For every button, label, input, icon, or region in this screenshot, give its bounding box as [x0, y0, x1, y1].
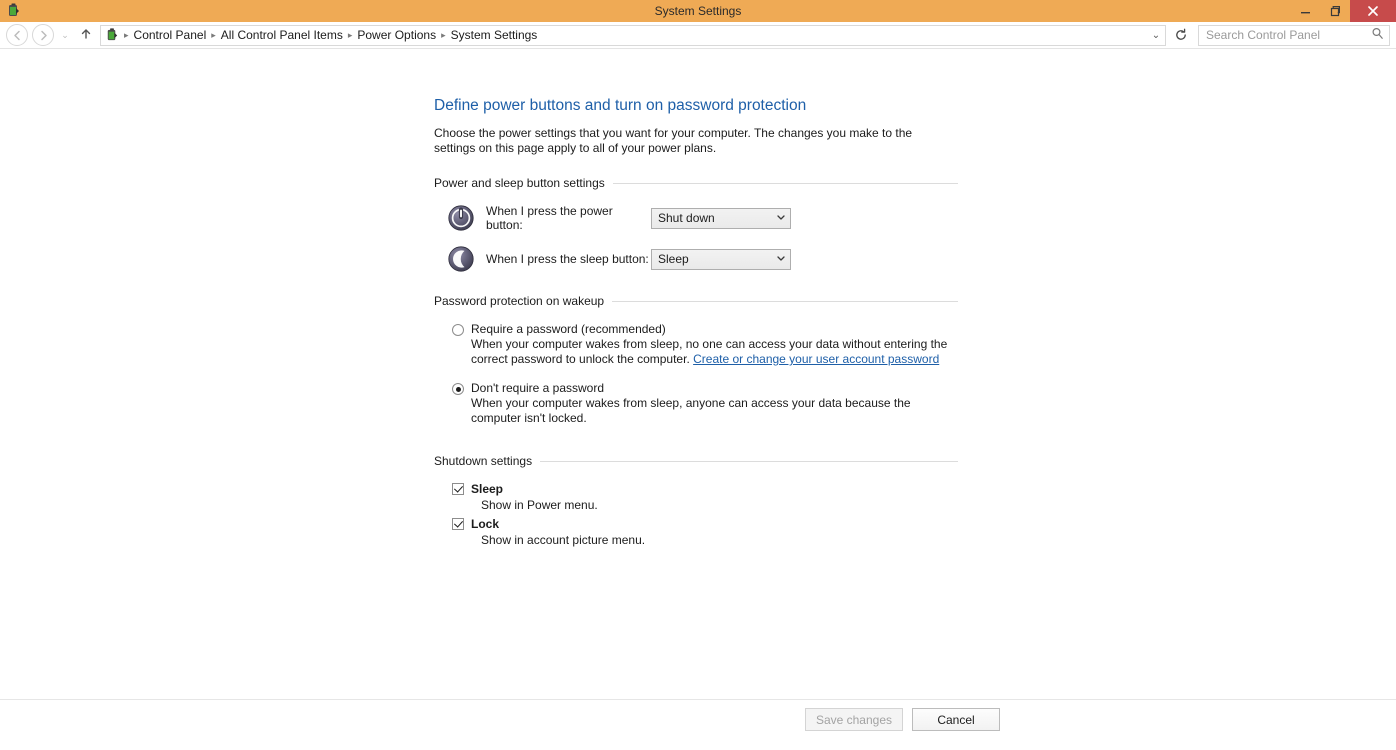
password-section-header: Password protection on wakeup	[434, 294, 958, 308]
require-password-label: Require a password (recommended)	[471, 322, 666, 336]
window-controls	[1290, 0, 1396, 22]
close-button[interactable]	[1350, 0, 1396, 22]
maximize-restore-button[interactable]	[1320, 0, 1350, 22]
no-password-description: When your computer wakes from sleep, any…	[471, 396, 911, 425]
power-button-dropdown-value: Shut down	[658, 211, 715, 225]
no-password-label: Don't require a password	[471, 381, 605, 395]
shutdown-options-list: Sleep Show in Power menu. Lock Show in a…	[434, 482, 958, 547]
minimize-button[interactable]	[1290, 0, 1320, 22]
breadcrumb-item-power-options[interactable]: Power Options	[354, 26, 439, 45]
footer-bar: Save changes Cancel	[0, 699, 1396, 738]
shutdown-option-lock[interactable]: Lock Show in account picture menu.	[452, 517, 958, 547]
chevron-down-icon[interactable]	[776, 253, 786, 266]
window-titlebar: System Settings	[0, 0, 1396, 22]
sleep-button-dropdown-value: Sleep	[658, 252, 689, 266]
sleep-button-label: When I press the sleep button:	[486, 252, 649, 266]
shutdown-option-sleep[interactable]: Sleep Show in Power menu.	[452, 482, 958, 512]
section-divider	[612, 182, 958, 184]
content-area: Define power buttons and turn on passwor…	[0, 49, 1396, 738]
breadcrumb-separator[interactable]: ▸	[439, 30, 448, 41]
address-dropdown-icon[interactable]: ⌄	[1147, 30, 1165, 41]
power-sleep-section-header: Power and sleep button settings	[434, 176, 958, 190]
back-button[interactable]	[6, 24, 28, 46]
power-button-label: When I press the power button:	[486, 204, 613, 232]
breadcrumb-separator[interactable]: ▸	[346, 30, 355, 41]
no-password-radio-line[interactable]: Don't require a password	[452, 381, 958, 395]
window-title: System Settings	[654, 4, 742, 18]
lock-checkbox-description: Show in account picture menu.	[481, 533, 646, 547]
navigation-bar: ⌄ ▸ Control Panel ▸ All Control Panel It…	[0, 22, 1396, 49]
lock-checkbox[interactable]	[452, 518, 464, 530]
search-box[interactable]	[1198, 24, 1390, 46]
no-password-option[interactable]: Don't require a password When your compu…	[434, 381, 958, 426]
breadcrumb-separator: ▸	[124, 29, 129, 40]
forward-button[interactable]	[32, 24, 54, 46]
search-icon[interactable]	[1371, 27, 1384, 43]
recent-locations-icon[interactable]: ⌄	[58, 30, 72, 41]
password-section-title: Password protection on wakeup	[434, 294, 605, 308]
breadcrumb-item-control-panel[interactable]: Control Panel	[131, 26, 210, 45]
sleep-checkbox[interactable]	[452, 483, 464, 495]
sleep-moon-icon	[448, 246, 474, 272]
shutdown-section-title: Shutdown settings	[434, 454, 533, 468]
power-button-icon	[448, 205, 474, 231]
require-password-radio-line[interactable]: Require a password (recommended)	[452, 322, 958, 336]
section-divider	[612, 300, 958, 302]
footer-button-group: Save changes Cancel	[804, 708, 1000, 731]
sleep-checkbox-label: Sleep	[471, 482, 504, 496]
search-input[interactable]	[1204, 27, 1371, 43]
breadcrumb-item-system-settings[interactable]: System Settings	[448, 26, 541, 45]
refresh-button[interactable]	[1170, 25, 1192, 46]
settings-panel: Define power buttons and turn on passwor…	[434, 97, 958, 552]
save-changes-button[interactable]: Save changes	[804, 708, 903, 731]
breadcrumb-battery-icon	[104, 27, 120, 43]
lock-checkbox-line[interactable]: Lock	[452, 517, 958, 531]
page-description: Choose the power settings that you want …	[434, 126, 913, 155]
shutdown-section-header: Shutdown settings	[434, 454, 958, 468]
power-button-setting-row: When I press the power button: Shut down	[434, 204, 958, 232]
section-divider	[540, 460, 958, 462]
chevron-down-icon[interactable]	[776, 212, 786, 225]
sleep-checkbox-description: Show in Power menu.	[481, 498, 598, 512]
cancel-button[interactable]: Cancel	[912, 708, 1000, 731]
breadcrumb-item-all-control-panel-items[interactable]: All Control Panel Items	[218, 26, 346, 45]
address-bar[interactable]: ▸ Control Panel ▸ All Control Panel Item…	[100, 24, 1166, 46]
require-password-option[interactable]: Require a password (recommended) When yo…	[434, 322, 958, 367]
up-one-level-button[interactable]	[76, 27, 96, 44]
create-change-password-link[interactable]: Create or change your user account passw…	[693, 352, 939, 366]
battery-icon	[5, 2, 22, 19]
page-title: Define power buttons and turn on passwor…	[434, 97, 807, 114]
power-sleep-section-title: Power and sleep button settings	[434, 176, 605, 190]
require-password-radio[interactable]	[452, 324, 464, 336]
sleep-button-dropdown[interactable]: Sleep	[651, 248, 791, 270]
no-password-radio[interactable]	[452, 383, 464, 395]
require-password-description: When your computer wakes from sleep, no …	[471, 337, 961, 367]
sleep-button-setting-row: When I press the sleep button: Sleep	[434, 246, 958, 272]
breadcrumb-separator[interactable]: ▸	[209, 30, 218, 41]
lock-checkbox-label: Lock	[471, 517, 500, 531]
sleep-checkbox-line[interactable]: Sleep	[452, 482, 958, 496]
power-button-dropdown[interactable]: Shut down	[651, 207, 791, 229]
